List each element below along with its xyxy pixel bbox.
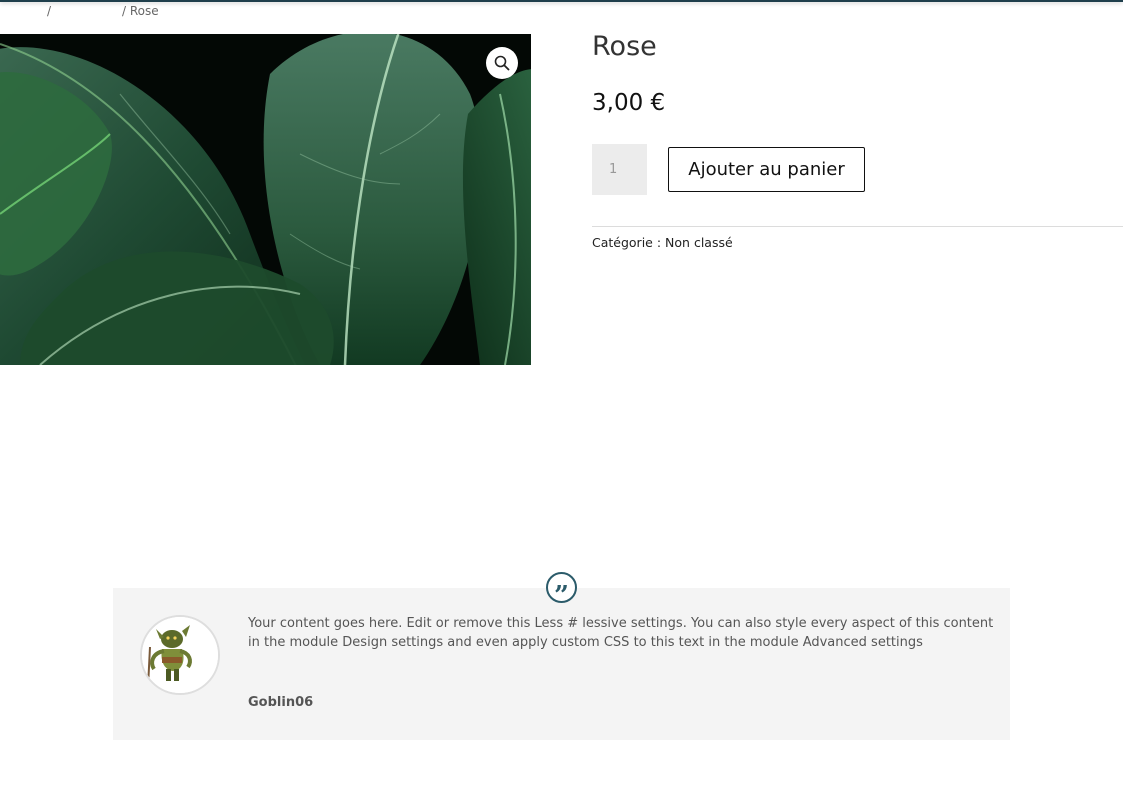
goblin-avatar-image (142, 617, 218, 693)
avatar (140, 615, 220, 695)
testimonial-box (113, 588, 1010, 740)
header-bottom-border (0, 0, 1123, 2)
category-link[interactable]: Non classé (665, 235, 733, 250)
product-title: Rose (592, 31, 657, 62)
testimonial-author: Goblin06 (248, 695, 314, 710)
product-category: Catégorie : Non classé (592, 235, 733, 251)
zoom-magnifier-icon (494, 55, 510, 71)
quote-icon: ” (546, 572, 577, 609)
category-label: Catégorie : (592, 235, 662, 250)
product-image[interactable] (0, 34, 531, 365)
product-meta-divider (592, 226, 1123, 227)
quote-glyph: ” (554, 580, 569, 611)
testimonial-text: Your content goes here. Edit or remove t… (248, 616, 994, 650)
product-price: 3,00 € (592, 90, 666, 116)
quantity-input[interactable] (592, 144, 647, 195)
breadcrumb-current: / Rose (122, 4, 159, 18)
leaves-photo (0, 34, 531, 365)
breadcrumb-separator: / (47, 4, 52, 18)
add-to-cart-button[interactable]: Ajouter au panier (668, 147, 865, 192)
image-zoom-button[interactable] (486, 47, 518, 79)
